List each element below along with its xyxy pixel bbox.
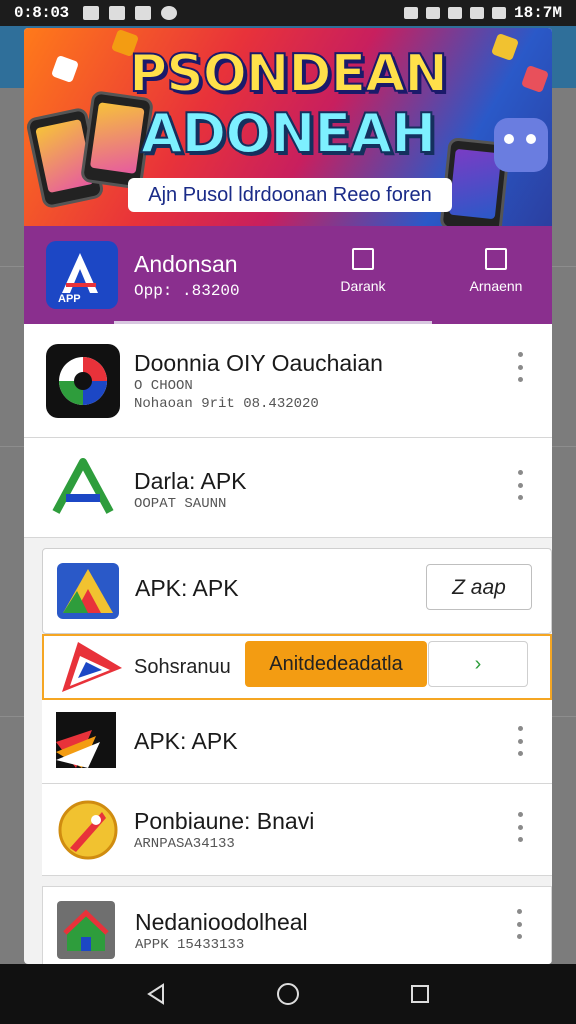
- app-logo: APP: [46, 241, 118, 309]
- list-item[interactable]: Darla: APK OOPAT SAUNN: [24, 438, 552, 538]
- square-icon: [485, 248, 507, 270]
- list-item[interactable]: Ponbiaune: Bnavi ARNPASA34133: [42, 784, 552, 876]
- list-item[interactable]: APK: APK: [42, 700, 552, 784]
- app-icon: [58, 638, 126, 698]
- banner-title-line1: PSONDEAN: [128, 43, 449, 105]
- more-vert-icon[interactable]: [510, 352, 530, 382]
- status-bar: 0:8:03 18:7M: [0, 0, 576, 26]
- list-item-meta: ARNPASA34133: [134, 836, 235, 852]
- list-item-title: Darla: APK: [134, 468, 247, 494]
- notification-icon: [108, 6, 125, 20]
- header-action-arnaenn[interactable]: Arnaenn: [451, 248, 541, 294]
- list-item-title: Doonnia OIY Oauchaian: [134, 350, 383, 376]
- app-name: Andonsan: [134, 250, 238, 277]
- list-item-meta: Nohaoan 9rit 08.432020: [134, 396, 319, 412]
- notification-icon: [82, 6, 99, 20]
- chevron-right-icon[interactable]: ›: [428, 641, 528, 687]
- bookmark-icon: [352, 248, 374, 270]
- app-icon: [46, 344, 120, 418]
- banner-title-line2: ADONEAH: [140, 101, 438, 166]
- vibrate-icon: [425, 7, 440, 19]
- list-item-meta: O CHOON: [134, 378, 193, 394]
- list-item-title: APK: APK: [134, 728, 238, 754]
- status-clock: 18:7M: [513, 4, 562, 22]
- more-vert-icon[interactable]: [510, 726, 530, 756]
- list-item[interactable]: Nedanioodolheal APPK 15433133: [42, 886, 552, 964]
- back-icon[interactable]: [136, 974, 176, 1014]
- app-icon: [56, 798, 120, 862]
- app-name-block: Andonsan Opp: .83200: [134, 251, 240, 300]
- app-icon: [57, 563, 119, 619]
- wifi-icon: [447, 7, 462, 19]
- app-icon: [56, 712, 116, 768]
- list-item-meta: OOPAT SAUNN: [134, 496, 227, 512]
- app-icon: [57, 901, 115, 959]
- battery-icon: [491, 7, 506, 19]
- app-dialog: PSONDEAN ADONEAH Ajn Pusol ldrdoonan Ree…: [24, 28, 552, 964]
- app-subtitle: Opp: .83200: [134, 281, 240, 300]
- list-item-title: Ponbiaune: Bnavi: [134, 808, 315, 834]
- status-time: 0:8:03: [14, 4, 69, 22]
- list-item[interactable]: Doonnia OIY Oauchaian O CHOON Nohaoan 9r…: [24, 324, 552, 438]
- home-icon[interactable]: [268, 974, 308, 1014]
- list-item-meta: APPK 15433133: [135, 937, 245, 953]
- header-action-label: Arnaenn: [469, 278, 523, 294]
- notification-icons: [82, 6, 177, 20]
- header-action-darank[interactable]: Darank: [318, 248, 408, 294]
- app-header: APP Andonsan Opp: .83200 Darank Arnaenn: [24, 226, 552, 324]
- header-action-label: Darank: [340, 278, 386, 294]
- app-logo-text: APP: [58, 293, 81, 305]
- alarm-icon: [403, 7, 418, 19]
- navigation-bar: [0, 964, 576, 1024]
- popup-label: Sohsranuu: [134, 655, 231, 678]
- app-icon: [46, 452, 120, 526]
- more-vert-icon[interactable]: [510, 812, 530, 842]
- status-right: 18:7M: [403, 4, 562, 22]
- popup-action-button[interactable]: Anitdedeadatla: [245, 641, 427, 687]
- action-popup: Sohsranuu Anitdedeadatla ›: [42, 634, 552, 700]
- more-vert-icon[interactable]: [509, 909, 529, 939]
- notification-icon: [160, 6, 177, 20]
- recents-icon[interactable]: [400, 974, 440, 1014]
- list-item-title: Nedanioodolheal: [135, 909, 308, 935]
- banner-tagline: Ajn Pusol ldrdoonan Reeo foren: [128, 178, 452, 212]
- list-item-title: APK: APK: [135, 575, 239, 601]
- more-vert-icon[interactable]: [510, 470, 530, 500]
- signal-icon: [469, 7, 484, 19]
- promo-banner: PSONDEAN ADONEAH Ajn Pusol ldrdoonan Ree…: [24, 28, 552, 226]
- install-button[interactable]: Z aap: [426, 564, 532, 610]
- notification-icon: [134, 6, 151, 20]
